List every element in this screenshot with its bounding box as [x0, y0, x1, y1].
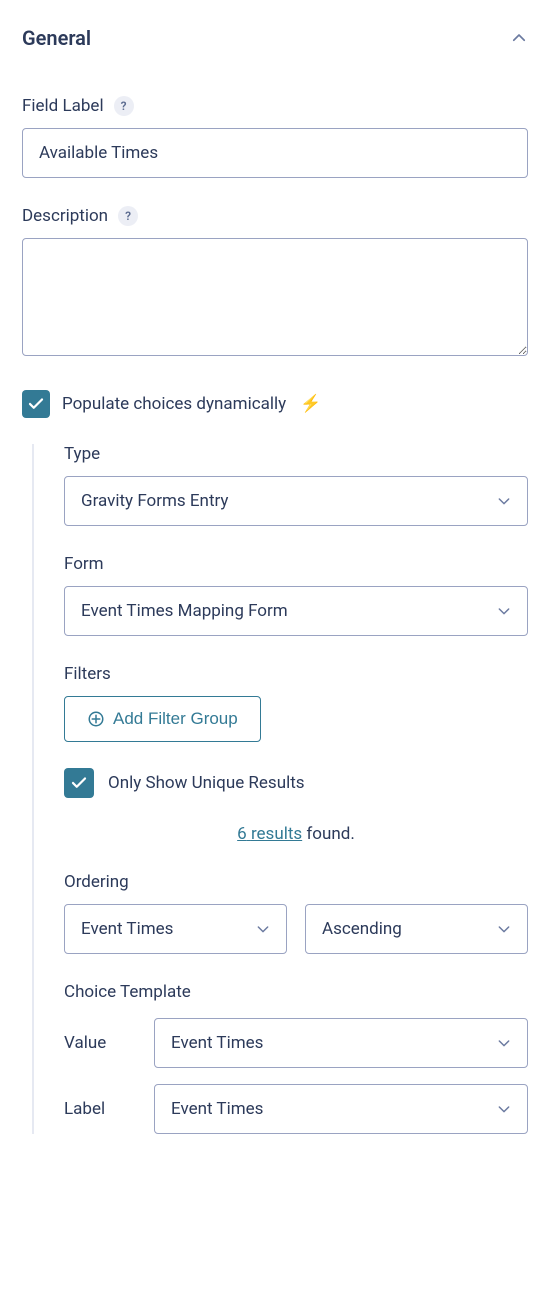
description-row: Description ?	[22, 206, 528, 360]
description-header: Description ?	[22, 206, 528, 226]
choice-template-value-select[interactable]: Event Times	[154, 1018, 528, 1068]
choice-template-label: Choice Template	[64, 982, 528, 1002]
description-label: Description	[22, 206, 108, 226]
results-word: results	[251, 824, 302, 844]
general-section-header[interactable]: General	[22, 18, 528, 68]
add-filter-group-label: Add Filter Group	[113, 709, 238, 729]
ordering-field-select-wrap: Event Times	[64, 904, 287, 954]
type-label: Type	[64, 444, 528, 464]
choice-template-label-select[interactable]: Event Times	[154, 1084, 528, 1134]
bolt-icon: ⚡	[300, 394, 321, 414]
unique-results-label: Only Show Unique Results	[108, 773, 305, 793]
form-label: Form	[64, 554, 528, 574]
choice-template-label-row: Label Event Times	[64, 1084, 528, 1134]
type-select-wrap: Gravity Forms Entry	[64, 476, 528, 526]
populate-dynamically-checkbox[interactable]	[22, 390, 50, 418]
help-icon[interactable]: ?	[118, 206, 138, 226]
dynamic-config-group: Type Gravity Forms Entry Form Event Time…	[32, 444, 528, 1134]
unique-results-checkbox[interactable]	[64, 768, 94, 798]
help-icon[interactable]: ?	[114, 96, 134, 116]
ordering-direction-select[interactable]: Ascending	[305, 904, 528, 954]
populate-dynamically-row: Populate choices dynamically ⚡	[22, 390, 528, 418]
type-select[interactable]: Gravity Forms Entry	[64, 476, 528, 526]
choice-template-field: Choice Template Value Event Times Label …	[64, 982, 528, 1134]
results-suffix: found.	[302, 824, 355, 844]
results-link[interactable]: 6 results	[237, 824, 302, 844]
field-label-input[interactable]	[22, 128, 528, 178]
results-line: 6 results found.	[64, 824, 528, 844]
results-count: 6	[237, 824, 247, 844]
filters-field: Filters Add Filter Group Only Show Uniqu…	[64, 664, 528, 844]
ordering-field: Ordering Event Times Ascending	[64, 872, 528, 954]
choice-template-label-label: Label	[64, 1099, 134, 1119]
type-field: Type Gravity Forms Entry	[64, 444, 528, 526]
form-select-wrap: Event Times Mapping Form	[64, 586, 528, 636]
ordering-direction-select-wrap: Ascending	[305, 904, 528, 954]
form-field: Form Event Times Mapping Form	[64, 554, 528, 636]
chevron-up-icon	[510, 29, 528, 47]
description-textarea[interactable]	[22, 238, 528, 356]
choice-template-label-select-wrap: Event Times	[154, 1084, 528, 1134]
filters-label: Filters	[64, 664, 528, 684]
field-label-text: Field Label	[22, 96, 104, 116]
add-filter-group-button[interactable]: Add Filter Group	[64, 696, 261, 742]
field-label-header: Field Label ?	[22, 96, 528, 116]
ordering-field-select[interactable]: Event Times	[64, 904, 287, 954]
populate-dynamically-label: Populate choices dynamically	[62, 394, 286, 414]
choice-template-value-select-wrap: Event Times	[154, 1018, 528, 1068]
choice-template-value-label: Value	[64, 1033, 134, 1053]
choice-template-value-row: Value Event Times	[64, 1018, 528, 1068]
unique-results-row: Only Show Unique Results	[64, 768, 528, 798]
general-section-title: General	[22, 26, 91, 50]
ordering-label: Ordering	[64, 872, 528, 892]
form-select[interactable]: Event Times Mapping Form	[64, 586, 528, 636]
field-label-row: Field Label ?	[22, 96, 528, 178]
